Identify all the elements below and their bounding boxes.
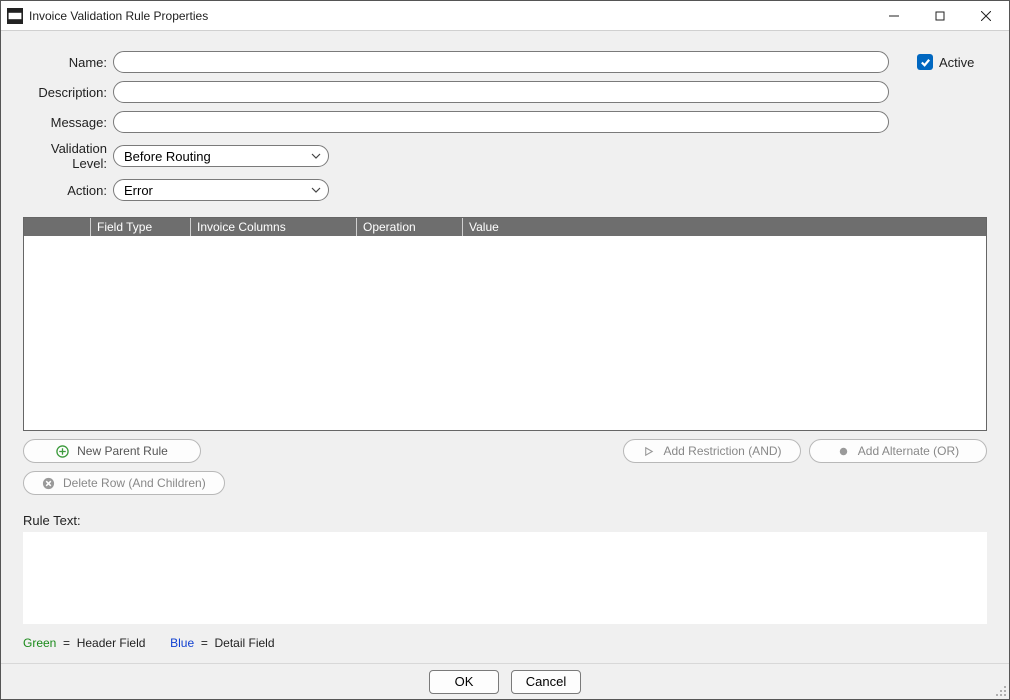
ok-button[interactable]: OK [429, 670, 499, 694]
delete-row-button[interactable]: Delete Row (And Children) [23, 471, 225, 495]
rule-text-label: Rule Text: [23, 513, 987, 528]
minimize-icon [889, 11, 899, 21]
rules-grid[interactable]: Field Type Invoice Columns Operation Val… [23, 217, 987, 431]
grid-col-blank1 [24, 218, 90, 236]
grid-col-invoicecols[interactable]: Invoice Columns [190, 218, 356, 236]
x-circle-icon [42, 477, 55, 490]
play-icon [642, 445, 655, 458]
active-checkbox[interactable] [917, 54, 933, 70]
legend-blue-desc: Detail Field [215, 636, 275, 650]
resize-grip-icon[interactable] [995, 685, 1007, 697]
grid-col-fieldtype[interactable]: Field Type [90, 218, 190, 236]
close-icon [981, 11, 991, 21]
grid-col-operation[interactable]: Operation [356, 218, 462, 236]
description-label: Description: [23, 85, 113, 100]
row-message: Message: [23, 111, 987, 133]
legend-eq1: = [63, 636, 70, 650]
add-alternate-label: Add Alternate (OR) [858, 444, 959, 458]
add-restriction-label: Add Restriction (AND) [663, 444, 781, 458]
row-description: Description: [23, 81, 987, 103]
rule-text-box [23, 532, 987, 624]
row-action: Action: [23, 179, 987, 201]
add-alternate-button[interactable]: Add Alternate (OR) [809, 439, 987, 463]
legend-green-desc: Header Field [77, 636, 146, 650]
legend-green: Green [23, 636, 56, 650]
validation-level-label: Validation Level: [23, 141, 113, 171]
grid-header: Field Type Invoice Columns Operation Val… [24, 218, 986, 236]
new-parent-rule-label: New Parent Rule [77, 444, 168, 458]
maximize-icon [935, 11, 945, 21]
message-input[interactable] [113, 111, 889, 133]
active-checkbox-wrap[interactable]: Active [917, 54, 974, 70]
plus-circle-icon [56, 445, 69, 458]
window-root: Invoice Validation Rule Properties Name: [0, 0, 1010, 700]
validation-level-select[interactable] [113, 145, 329, 167]
legend-blue: Blue [170, 636, 194, 650]
minimize-button[interactable] [871, 1, 917, 30]
maximize-button[interactable] [917, 1, 963, 30]
grid-body[interactable] [24, 236, 986, 430]
close-button[interactable] [963, 1, 1009, 30]
new-parent-rule-button[interactable]: New Parent Rule [23, 439, 201, 463]
check-icon [920, 57, 931, 68]
window-controls [871, 1, 1009, 30]
form-area: Name: Active Description: Message: Valid… [23, 51, 987, 201]
description-input[interactable] [113, 81, 889, 103]
add-restriction-button[interactable]: Add Restriction (AND) [623, 439, 801, 463]
row-name: Name: Active [23, 51, 987, 73]
action-label: Action: [23, 183, 113, 198]
active-label: Active [939, 55, 974, 70]
message-label: Message: [23, 115, 113, 130]
grid-col-value[interactable]: Value [462, 218, 986, 236]
legend-eq2: = [201, 636, 208, 650]
content-area: Name: Active Description: Message: Valid… [1, 31, 1009, 663]
circle-icon [837, 445, 850, 458]
name-input[interactable] [113, 51, 889, 73]
legend: Green = Header Field Blue = Detail Field [23, 634, 987, 654]
action-select[interactable] [113, 179, 329, 201]
app-icon [7, 8, 23, 24]
footer: OK Cancel [1, 663, 1009, 699]
name-label: Name: [23, 55, 113, 70]
row-validation-level: Validation Level: [23, 141, 987, 171]
titlebar: Invoice Validation Rule Properties [1, 1, 1009, 31]
cancel-button[interactable]: Cancel [511, 670, 581, 694]
window-title: Invoice Validation Rule Properties [29, 9, 871, 23]
delete-row-label: Delete Row (And Children) [63, 476, 206, 490]
grid-buttons: New Parent Rule Add Restriction (AND) [23, 439, 987, 495]
